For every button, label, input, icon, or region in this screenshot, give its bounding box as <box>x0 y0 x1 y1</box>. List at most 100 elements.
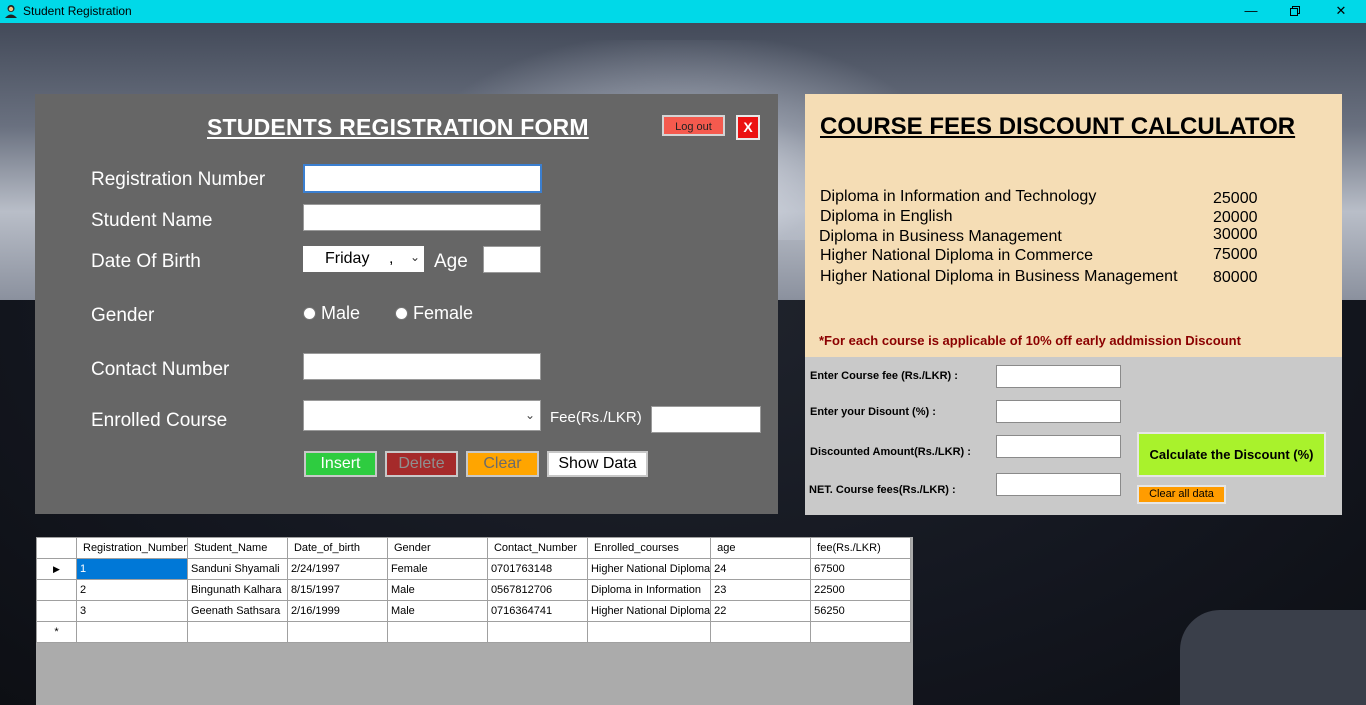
age-input[interactable] <box>483 246 541 273</box>
student-name-input[interactable] <box>303 204 541 231</box>
table-cell[interactable]: Bingunath Kalhara <box>186 579 288 601</box>
table-cell[interactable]: Geenath Sathsara <box>186 600 288 622</box>
course-select[interactable]: ⌄ <box>303 400 541 431</box>
dob-date-picker[interactable]: Friday , ⌄ <box>303 246 424 272</box>
table-row[interactable]: 2 Bingunath Kalhara 8/15/1997 Male 05678… <box>36 579 912 601</box>
table-cell[interactable]: 23 <box>710 579 812 601</box>
reg-number-input[interactable] <box>303 164 542 193</box>
reg-number-label: Registration Number <box>91 169 266 190</box>
table-row[interactable]: ▶ 1 Sanduni Shyamali 2/24/1997 Female 07… <box>36 558 912 580</box>
column-header[interactable]: Gender <box>386 537 488 559</box>
course-name: Higher National Diploma in Commerce <box>820 247 1093 264</box>
table-cell[interactable]: Male <box>386 579 488 601</box>
calculate-discount-button[interactable]: Calculate the Discount (%) <box>1137 432 1326 477</box>
close-form-button[interactable]: X <box>736 115 760 140</box>
net-fee-label: NET. Course fees(Rs./LKR) : <box>809 484 956 496</box>
row-header[interactable] <box>36 600 77 622</box>
table-cell[interactable]: 56250 <box>810 600 912 622</box>
column-header[interactable]: Enrolled_courses <box>586 537 712 559</box>
discount-label: Enter your Disount (%) : <box>810 406 936 418</box>
male-radio[interactable] <box>303 307 316 320</box>
current-row-icon[interactable]: ▶ <box>36 558 77 580</box>
column-header[interactable]: fee(Rs./LKR) <box>810 537 912 559</box>
new-row-icon[interactable]: * <box>36 621 77 643</box>
discount-input[interactable] <box>996 400 1121 423</box>
registration-form-title: STUDENTS REGISTRATION FORM <box>207 114 589 140</box>
net-fee-input[interactable] <box>996 473 1121 496</box>
table-cell[interactable] <box>486 621 588 643</box>
table-cell[interactable]: 67500 <box>810 558 912 580</box>
app-icon <box>5 5 17 18</box>
table-cell[interactable] <box>386 621 488 643</box>
column-header[interactable]: Registration_Number <box>76 537 188 559</box>
table-cell[interactable] <box>76 621 188 643</box>
table-cell[interactable]: 2/16/1999 <box>286 600 388 622</box>
table-cell[interactable]: 3 <box>76 600 188 622</box>
column-header[interactable]: age <box>710 537 812 559</box>
table-cell[interactable]: 24 <box>710 558 812 580</box>
table-cell[interactable]: 0716364741 <box>486 600 588 622</box>
table-cell[interactable] <box>586 621 712 643</box>
row-header-corner[interactable] <box>36 537 77 559</box>
table-row[interactable]: 3 Geenath Sathsara 2/16/1999 Male 071636… <box>36 600 912 622</box>
table-cell[interactable]: 0701763148 <box>486 558 588 580</box>
table-cell[interactable] <box>710 621 812 643</box>
course-fee: 20000 <box>1213 209 1258 226</box>
column-header[interactable]: Contact_Number <box>486 537 588 559</box>
close-window-icon[interactable]: ✕ <box>1318 0 1364 23</box>
female-radio-label[interactable]: Female <box>413 303 473 324</box>
table-cell[interactable]: 2 <box>76 579 188 601</box>
discounted-amount-input[interactable] <box>996 435 1121 458</box>
column-header[interactable]: Student_Name <box>186 537 288 559</box>
background-object <box>1180 610 1366 705</box>
male-radio-label[interactable]: Male <box>321 303 360 324</box>
table-cell[interactable]: Higher National Diploma <box>586 558 712 580</box>
table-cell[interactable]: Female <box>386 558 488 580</box>
table-cell[interactable]: Diploma in Information <box>586 579 712 601</box>
table-cell[interactable]: Sanduni Shyamali <box>186 558 288 580</box>
table-cell[interactable]: 22 <box>710 600 812 622</box>
table-cell[interactable] <box>810 621 912 643</box>
table-cell[interactable]: 2/24/1997 <box>286 558 388 580</box>
female-radio[interactable] <box>395 307 408 320</box>
dob-label: Date Of Birth <box>91 251 201 272</box>
table-cell[interactable]: 8/15/1997 <box>286 579 388 601</box>
course-fee: 30000 <box>1213 226 1258 243</box>
delete-button[interactable]: Delete <box>385 451 458 477</box>
calculator-input-panel: Enter Course fee (Rs./LKR) : Enter your … <box>805 357 1342 515</box>
new-row[interactable]: * <box>36 621 912 643</box>
insert-button[interactable]: Insert <box>304 451 377 477</box>
table-cell[interactable]: 1 <box>76 558 188 580</box>
logout-button[interactable]: Log out <box>662 115 725 136</box>
restore-icon[interactable] <box>1272 0 1318 23</box>
window-titlebar: Student Registration — ✕ <box>0 0 1366 23</box>
discounted-amount-label: Discounted Amount(Rs./LKR) : <box>810 446 971 458</box>
enrolled-course-label: Enrolled Course <box>91 410 228 431</box>
minimize-icon[interactable]: — <box>1228 0 1274 23</box>
grid-header-row: Registration_Number Student_Name Date_of… <box>36 537 912 559</box>
discount-note: *For each course is applicable of 10% of… <box>819 333 1241 348</box>
calculator-title: COURSE FEES DISCOUNT CALCULATOR <box>820 113 1296 140</box>
row-header[interactable] <box>36 579 77 601</box>
fee-input[interactable] <box>651 406 761 433</box>
table-cell[interactable] <box>286 621 388 643</box>
contact-number-input[interactable] <box>303 353 541 380</box>
table-cell[interactable]: 0567812706 <box>486 579 588 601</box>
column-header[interactable]: Date_of_birth <box>286 537 388 559</box>
registration-panel: STUDENTS REGISTRATION FORM Log out X Reg… <box>35 94 778 514</box>
table-cell[interactable]: Male <box>386 600 488 622</box>
chevron-down-icon[interactable]: ⌄ <box>525 408 535 422</box>
student-data-grid[interactable]: Registration_Number Student_Name Date_of… <box>36 537 913 705</box>
course-name: Diploma in Information and Technology <box>820 188 1097 205</box>
chevron-down-icon[interactable]: ⌄ <box>410 250 420 264</box>
course-fee-label: Enter Course fee (Rs./LKR) : <box>810 370 958 382</box>
course-name: Diploma in Business Management <box>819 228 1062 245</box>
clear-button[interactable]: Clear <box>466 451 539 477</box>
table-cell[interactable]: 22500 <box>810 579 912 601</box>
clear-all-data-button[interactable]: Clear all data <box>1137 485 1226 504</box>
table-cell[interactable] <box>186 621 288 643</box>
course-fee-input[interactable] <box>996 365 1121 388</box>
contact-number-label: Contact Number <box>91 359 230 380</box>
show-data-button[interactable]: Show Data <box>547 451 648 477</box>
table-cell[interactable]: Higher National Diploma <box>586 600 712 622</box>
